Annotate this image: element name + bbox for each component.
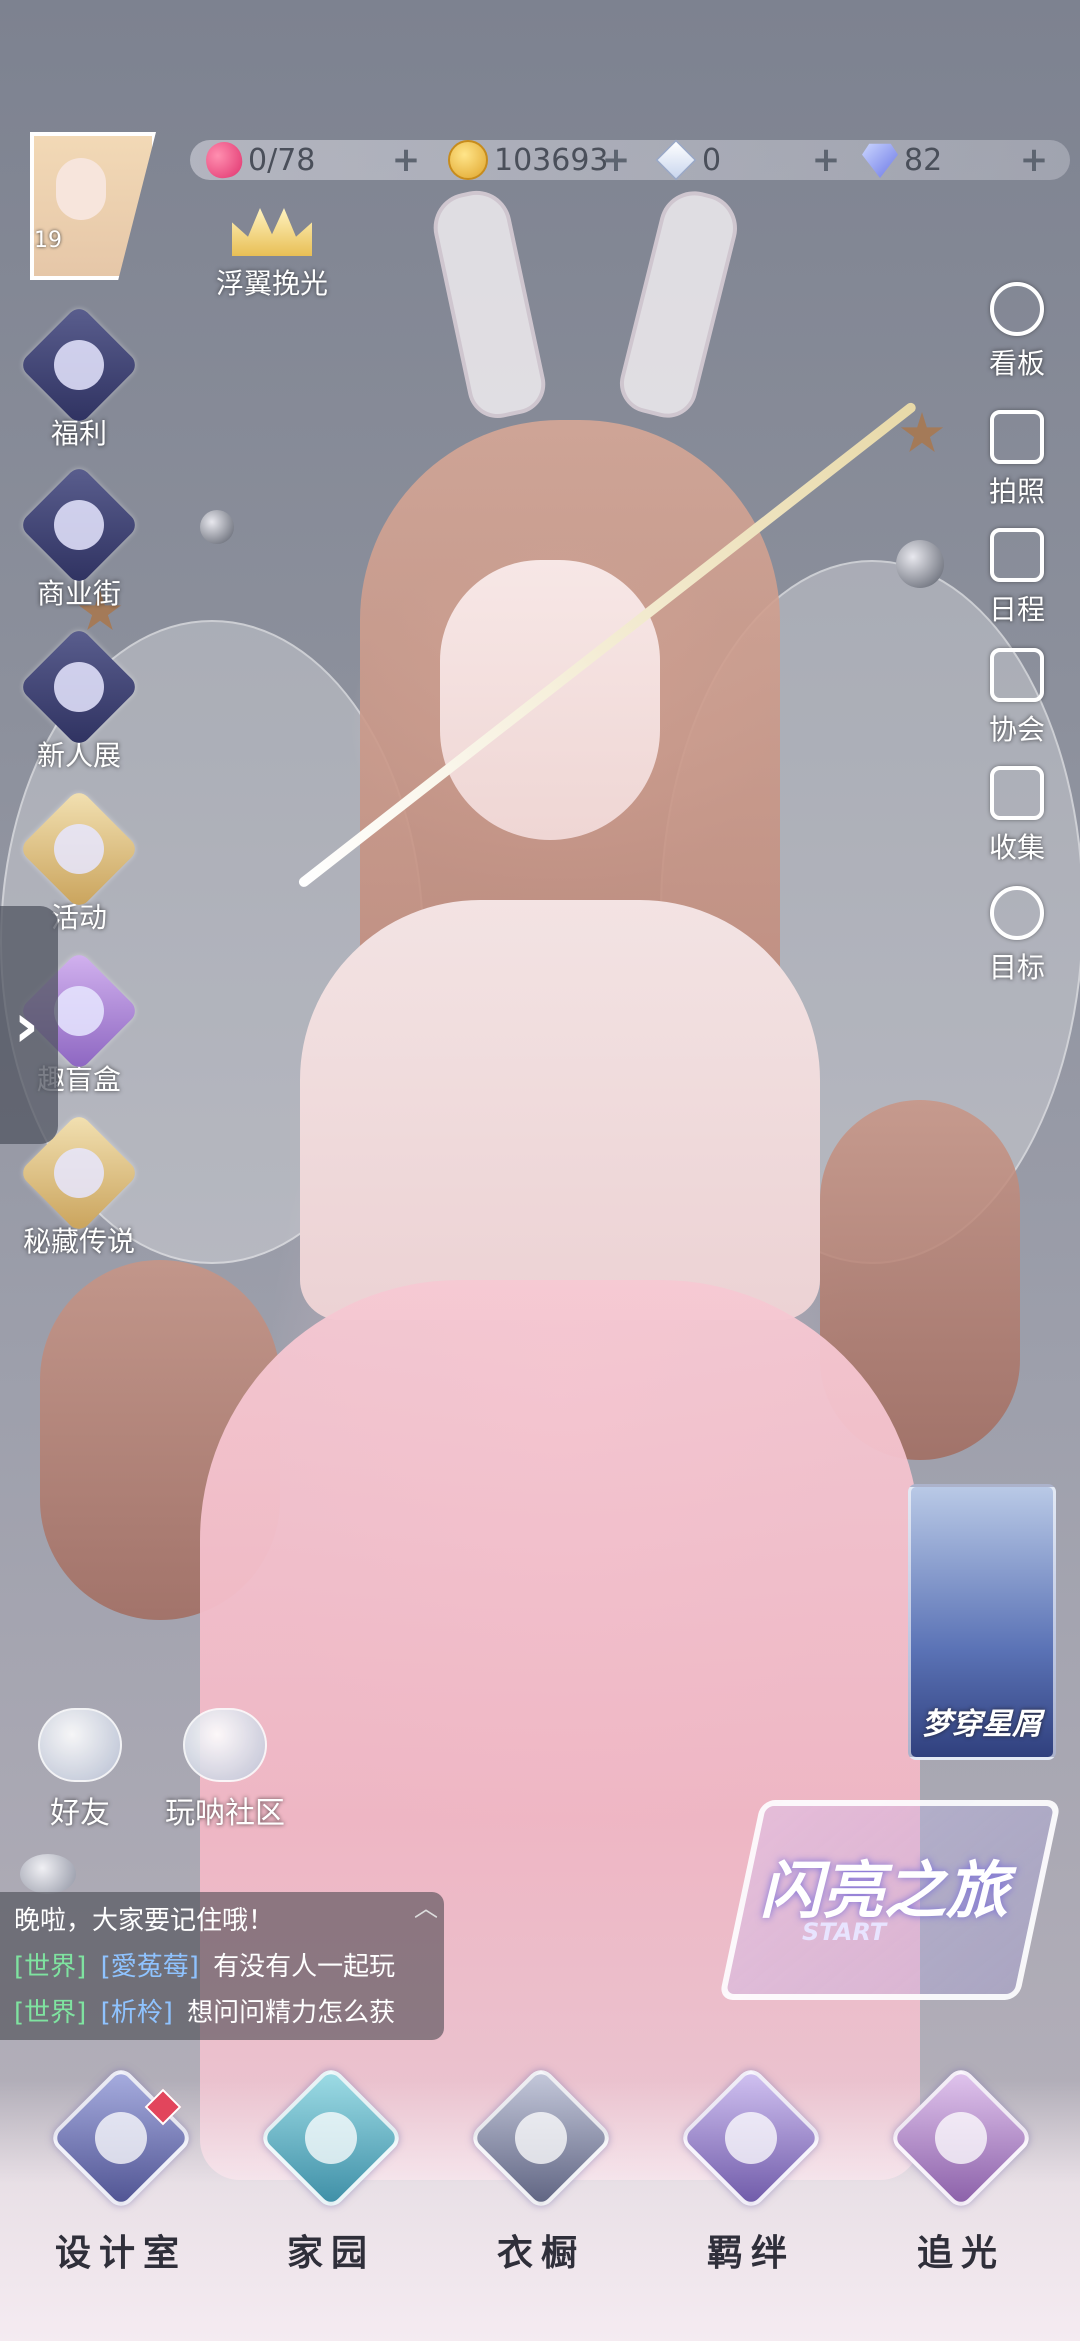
chat-expand-icon[interactable]: ︿ <box>414 1888 438 1923</box>
chat-text: 晚啦，大家要记住哦！ <box>14 1906 275 1936</box>
camera-icon <box>990 410 1044 464</box>
display-board-button[interactable]: 看板 <box>972 282 1062 382</box>
dress <box>200 1280 920 2180</box>
title-badge[interactable]: 浮翼挽光 <box>204 208 340 302</box>
association-label: 协会 <box>988 713 1045 746</box>
blue-diamond-value: 82 <box>904 142 943 178</box>
community-planet-icon <box>183 1708 267 1782</box>
secret-legend-button[interactable]: 秘藏传说 <box>14 1112 144 1260</box>
nav-home[interactable]: 家园 <box>236 2064 426 2276</box>
heart-icon <box>203 139 245 181</box>
chat-sender[interactable]: [愛菟莓] <box>101 1952 199 1982</box>
collection-label: 收集 <box>988 831 1045 864</box>
chat-message: [世界] [愛菟莓] 有没有人一起玩 <box>14 1946 395 1983</box>
stamina-value: 0/78 <box>248 142 316 178</box>
shopping-bag-icon <box>18 464 140 586</box>
chat-channel: [世界] <box>14 1998 87 2028</box>
friends-icon <box>38 1708 122 1782</box>
add-blue-diamond-button[interactable]: + <box>1014 140 1054 180</box>
gold-value: 103693 <box>494 142 609 178</box>
collection-button[interactable]: 收集 <box>972 766 1062 866</box>
chat-message: [世界] [析柃] 想问问精力怎么获 <box>14 1992 395 2029</box>
collection-v-icon <box>990 766 1044 820</box>
chat-text: 有没有人一起玩 <box>213 1952 396 1982</box>
chat-sender[interactable]: [析柃] <box>101 1998 173 2028</box>
nav-chase-light[interactable]: 追光 <box>866 2064 1056 2276</box>
snowflake-icon <box>467 2064 615 2212</box>
face <box>440 560 660 840</box>
schedule-button[interactable]: 日程 <box>972 528 1062 628</box>
chat-box[interactable]: 晚啦，大家要记住哦！ [世界] [愛菟莓] 有没有人一起玩 [世界] [析柃] … <box>0 1892 444 2040</box>
avatar-face <box>56 158 106 220</box>
body <box>300 900 820 1320</box>
nav-design-studio-label: 设计室 <box>54 2233 187 2274</box>
community-label: 玩呐社区 <box>165 1796 285 1831</box>
trophy-icon <box>18 626 140 748</box>
blue-diamond-icon <box>862 143 898 178</box>
add-gold-button[interactable]: + <box>596 140 636 180</box>
start-journey-button[interactable]: 闪亮之旅 START <box>718 1800 1062 2000</box>
gold-display: 103693 <box>448 136 609 184</box>
key-icon <box>257 2064 405 2212</box>
hanging-ornament <box>896 540 944 588</box>
calendar-check-icon <box>990 528 1044 582</box>
schedule-label: 日程 <box>988 593 1045 626</box>
chat-orb-icon <box>20 1854 76 1894</box>
journey-title: 闪亮之旅 <box>760 1854 1009 1927</box>
butterfly-icon <box>887 2064 1035 2212</box>
nav-wardrobe[interactable]: 衣橱 <box>446 2064 636 2276</box>
player-avatar[interactable]: 19 <box>16 128 166 280</box>
moon-tower-icon <box>47 2064 195 2212</box>
nav-bonds[interactable]: 羁绊 <box>656 2064 846 2276</box>
stamina-display: 0/78 <box>203 136 316 184</box>
white-diamond-icon <box>655 139 697 181</box>
white-diamond-value: 0 <box>702 142 722 178</box>
friends-label: 好友 <box>50 1796 110 1831</box>
chat-text: 想问问精力怎么获 <box>187 1998 396 2028</box>
newcomer-exhibit-button[interactable]: 新人展 <box>14 626 144 774</box>
journey-subtitle: START <box>802 1918 887 1946</box>
hanging-ornament <box>200 510 234 544</box>
hot-air-balloon-icon <box>18 304 140 426</box>
side-drawer-toggle[interactable]: › <box>0 906 58 1144</box>
goals-label: 目标 <box>988 951 1045 984</box>
target-heart-icon <box>990 886 1044 940</box>
nav-home-label: 家园 <box>286 2233 375 2274</box>
clover-icon <box>677 2064 825 2212</box>
white-diamond-display: 0 <box>655 136 722 184</box>
crown-icon <box>232 208 312 256</box>
nav-design-studio[interactable]: 设计室 <box>26 2064 216 2276</box>
add-white-diamond-button[interactable]: + <box>806 140 846 180</box>
chat-channel: [世界] <box>14 1952 87 1982</box>
display-board-label: 看板 <box>988 347 1045 380</box>
association-button[interactable]: 协会 <box>972 648 1062 748</box>
blue-diamond-display: 82 <box>862 136 942 184</box>
stars-icon <box>18 788 140 910</box>
event-banner-card[interactable]: 梦穿星屑 <box>908 1484 1056 1760</box>
chat-message: 晚啦，大家要记住哦！ <box>14 1900 274 1937</box>
display-stand-icon <box>990 282 1044 336</box>
player-level: 19 <box>34 228 62 253</box>
nav-chase-light-label: 追光 <box>916 2233 1005 2274</box>
coin-icon <box>448 140 488 180</box>
building-icon <box>990 648 1044 702</box>
chevron-right-icon: › <box>14 991 39 1061</box>
friends-button[interactable]: 好友 <box>20 1708 140 1832</box>
add-stamina-button[interactable]: + <box>386 140 426 180</box>
photo-label: 拍照 <box>988 475 1045 508</box>
goals-button[interactable]: 目标 <box>972 886 1062 986</box>
welfare-button[interactable]: 福利 <box>14 304 144 452</box>
event-banner-title: 梦穿星屑 <box>922 1707 1042 1742</box>
nav-bonds-label: 羁绊 <box>706 2233 795 2274</box>
title-badge-label: 浮翼挽光 <box>215 267 328 300</box>
shopping-street-button[interactable]: 商业街 <box>14 464 144 612</box>
community-button[interactable]: 玩呐社区 <box>150 1708 300 1832</box>
nav-wardrobe-label: 衣橱 <box>496 2233 585 2274</box>
photo-button[interactable]: 拍照 <box>972 410 1062 510</box>
